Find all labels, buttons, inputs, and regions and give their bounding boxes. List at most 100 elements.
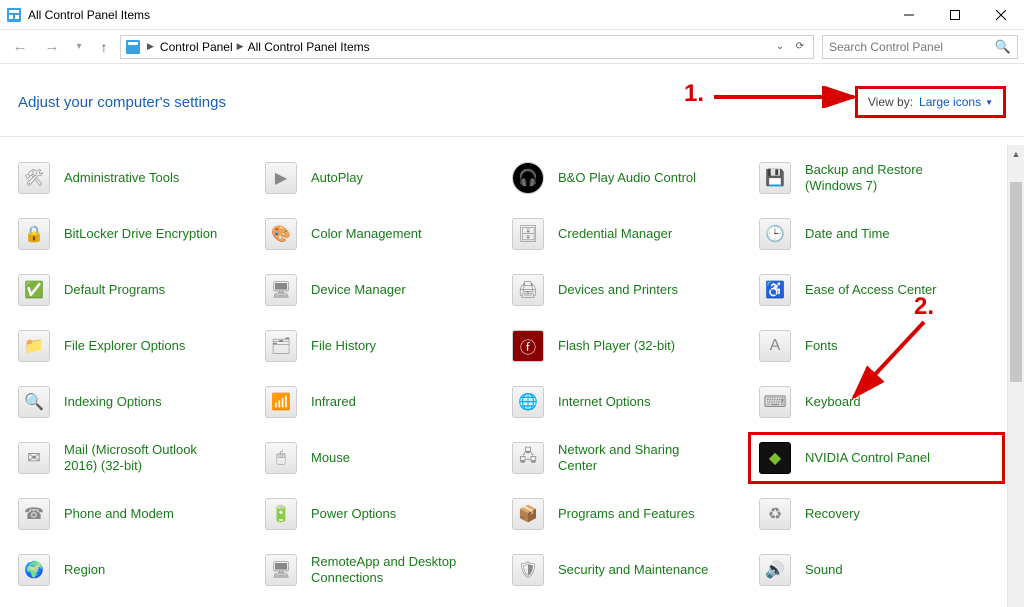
search-placeholder: Search Control Panel xyxy=(829,40,943,54)
control-panel-item-mouse[interactable]: 🖱Mouse xyxy=(259,437,506,479)
chevron-right-icon[interactable]: ▶ xyxy=(145,41,156,52)
address-bar[interactable]: ▶ Control Panel ▶ All Control Panel Item… xyxy=(120,35,814,59)
control-panel-item-explorer-opts[interactable]: 📁File Explorer Options xyxy=(12,325,259,367)
remoteapp-icon: 🖥 xyxy=(263,552,299,588)
recent-locations-button[interactable]: ▾ xyxy=(70,33,88,61)
item-label: Date and Time xyxy=(805,226,890,242)
scroll-track[interactable] xyxy=(1008,162,1024,607)
view-by-control[interactable]: View by: Large icons ▼ xyxy=(855,86,1006,118)
control-panel-item-flash[interactable]: ⓕFlash Player (32-bit) xyxy=(506,325,753,367)
view-by-value[interactable]: Large icons ▼ xyxy=(919,95,993,109)
keyboard-icon: ⌨ xyxy=(757,384,793,420)
control-panel-item-autoplay[interactable]: ▶AutoPlay xyxy=(259,157,506,199)
backup-restore-icon: 💾 xyxy=(757,160,793,196)
recovery-icon: ♻ xyxy=(757,496,793,532)
control-panel-item-ease-access[interactable]: ♿ Ease of Access Center xyxy=(753,269,1000,311)
control-panel-item-power[interactable]: 🔋Power Options xyxy=(259,493,506,535)
control-panel-item-backup-restore[interactable]: 💾Backup and Restore (Windows 7) xyxy=(753,157,1000,199)
toolbar: ← → ▾ ↑ ▶ Control Panel ▶ All Control Pa… xyxy=(0,30,1024,64)
page-title: Adjust your computer's settings xyxy=(18,94,226,111)
programs-icon: 📦 xyxy=(510,496,546,532)
control-panel-item-security[interactable]: 🛡Security and Maintenance xyxy=(506,549,753,591)
maximize-button[interactable] xyxy=(932,0,978,30)
date-time-icon: 🕒 xyxy=(757,216,793,252)
chevron-right-icon[interactable]: ▶ xyxy=(235,41,246,52)
breadcrumb: Control Panel ▶ All Control Panel Items xyxy=(160,40,767,54)
control-panel-item-fonts[interactable]: AFonts xyxy=(753,325,1000,367)
item-label: NVIDIA Control Panel xyxy=(805,450,930,466)
control-panel-item-mail[interactable]: ✉Mail (Microsoft Outlook 2016) (32-bit) xyxy=(12,437,259,479)
item-label: Device Manager xyxy=(311,282,406,298)
breadcrumb-item[interactable]: All Control Panel Items xyxy=(248,40,370,54)
control-panel-item-network[interactable]: 🖧Network and Sharing Center xyxy=(506,437,753,479)
back-button[interactable]: ← xyxy=(6,33,34,61)
annotation-1-arrow-icon xyxy=(714,86,864,108)
file-history-icon: 🗂 xyxy=(263,328,299,364)
mouse-icon: 🖱 xyxy=(263,440,299,476)
control-panel-item-credential-mgr[interactable]: 🗄Credential Manager xyxy=(506,213,753,255)
item-label: Region xyxy=(64,562,105,578)
flash-icon: ⓕ xyxy=(510,328,546,364)
search-icon[interactable]: 🔍 xyxy=(995,39,1011,55)
vertical-scrollbar[interactable]: ▲ ▼ xyxy=(1007,145,1024,607)
address-dropdown-button[interactable]: ⌄ xyxy=(771,38,789,56)
item-label: Network and Sharing Center xyxy=(558,442,718,473)
devices-printers-icon: 🖨 xyxy=(510,272,546,308)
control-panel-item-phone-modem[interactable]: ☎Phone and Modem xyxy=(12,493,259,535)
ease-access-icon: ♿ xyxy=(757,272,793,308)
annotation-1-label: 1. xyxy=(684,80,704,108)
control-panel-item-programs[interactable]: 📦Programs and Features xyxy=(506,493,753,535)
refresh-button[interactable]: ⟳ xyxy=(791,38,809,56)
item-label: Power Options xyxy=(311,506,396,522)
control-panel-item-admin-tools[interactable]: 🛠Administrative Tools xyxy=(12,157,259,199)
control-panel-item-internet-opts[interactable]: 🌐Internet Options xyxy=(506,381,753,423)
color-mgmt-icon: 🎨 xyxy=(263,216,299,252)
item-label: B&O Play Audio Control xyxy=(558,170,696,186)
header: Adjust your computer's settings 1. View … xyxy=(0,64,1024,136)
item-label: Security and Maintenance xyxy=(558,562,708,578)
control-panel-item-date-time[interactable]: 🕒 Date and Time xyxy=(753,213,1000,255)
mail-icon: ✉ xyxy=(16,440,52,476)
control-panel-item-default-programs[interactable]: ✅ Default Programs xyxy=(12,269,259,311)
admin-tools-icon: 🛠 xyxy=(16,160,52,196)
control-panel-item-file-history[interactable]: 🗂File History xyxy=(259,325,506,367)
item-label: Infrared xyxy=(311,394,356,410)
control-panel-item-remoteapp[interactable]: 🖥 RemoteApp and Desktop Connections xyxy=(259,549,506,591)
control-panel-item-devices-printers[interactable]: 🖨 Devices and Printers xyxy=(506,269,753,311)
infrared-icon: 📶 xyxy=(263,384,299,420)
item-label: Keyboard xyxy=(805,394,861,410)
forward-button[interactable]: → xyxy=(38,33,66,61)
control-panel-item-region[interactable]: 🌍Region xyxy=(12,549,259,591)
explorer-opts-icon: 📁 xyxy=(16,328,52,364)
control-panel-item-indexing[interactable]: 🔍 Indexing Options xyxy=(12,381,259,423)
divider xyxy=(0,136,1024,137)
titlebar-left: All Control Panel Items xyxy=(6,7,150,23)
item-label: Ease of Access Center xyxy=(805,282,937,298)
scroll-up-button[interactable]: ▲ xyxy=(1008,145,1024,162)
control-panel-item-color-mgmt[interactable]: 🎨Color Management xyxy=(259,213,506,255)
control-panel-item-infrared[interactable]: 📶 Infrared xyxy=(259,381,506,423)
item-label: Indexing Options xyxy=(64,394,162,410)
control-panel-item-bitlocker[interactable]: 🔒BitLocker Drive Encryption xyxy=(12,213,259,255)
control-panel-item-device-mgr[interactable]: 🖥Device Manager xyxy=(259,269,506,311)
indexing-icon: 🔍 xyxy=(16,384,52,420)
item-label: RemoteApp and Desktop Connections xyxy=(311,554,471,585)
item-label: Recovery xyxy=(805,506,860,522)
items-grid: 🛠Administrative Tools▶AutoPlay🎧 B&O Play … xyxy=(0,145,1024,607)
breadcrumb-item[interactable]: Control Panel xyxy=(160,40,233,54)
item-label: Devices and Printers xyxy=(558,282,678,298)
control-panel-item-sound[interactable]: 🔊Sound xyxy=(753,549,1000,591)
up-button[interactable]: ↑ xyxy=(92,35,116,59)
close-button[interactable] xyxy=(978,0,1024,30)
control-panel-item-keyboard[interactable]: ⌨ Keyboard xyxy=(753,381,1000,423)
control-panel-icon xyxy=(125,39,141,55)
control-panel-item-nvidia[interactable]: ◆NVIDIA Control Panel xyxy=(753,437,1000,479)
item-label: Default Programs xyxy=(64,282,165,298)
bo-audio-icon: 🎧 xyxy=(510,160,546,196)
control-panel-item-recovery[interactable]: ♻ Recovery xyxy=(753,493,1000,535)
search-input[interactable]: Search Control Panel 🔍 xyxy=(822,35,1018,59)
control-panel-item-bo-audio[interactable]: 🎧 B&O Play Audio Control xyxy=(506,157,753,199)
default-programs-icon: ✅ xyxy=(16,272,52,308)
scroll-thumb[interactable] xyxy=(1010,182,1022,382)
minimize-button[interactable] xyxy=(886,0,932,30)
